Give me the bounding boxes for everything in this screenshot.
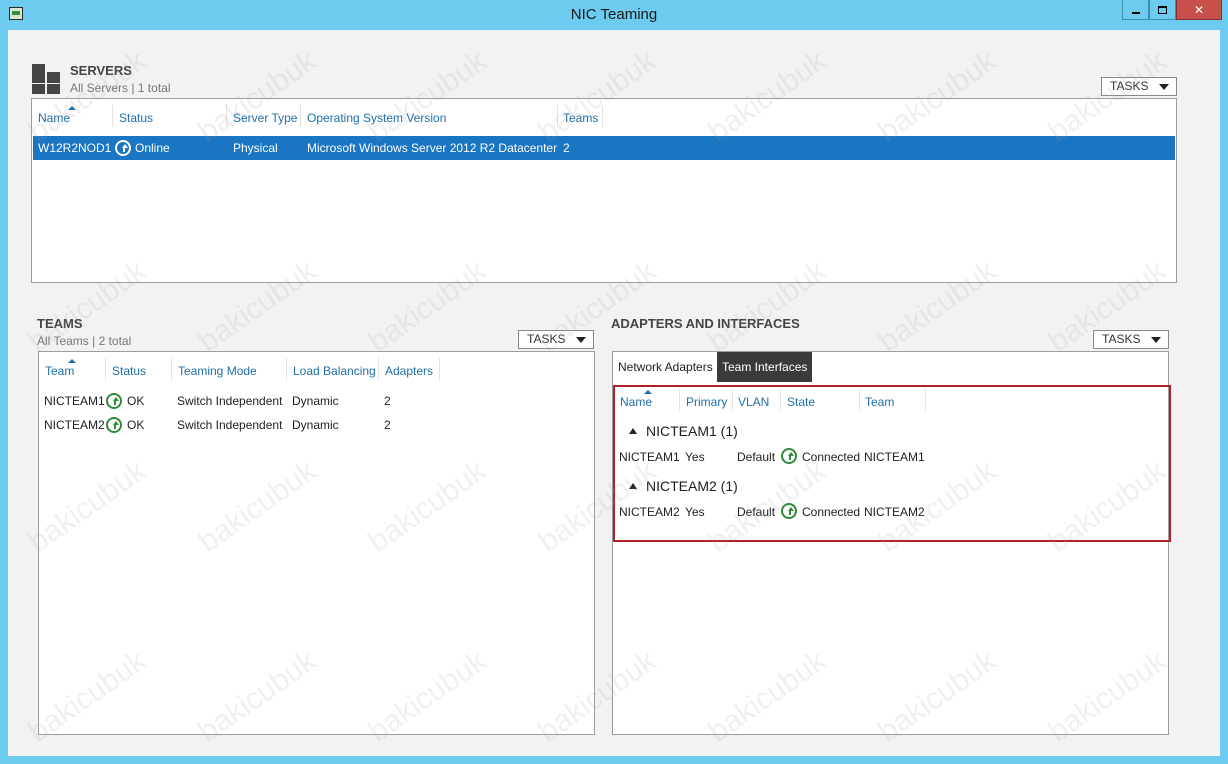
close-icon: ✕	[1193, 2, 1205, 17]
servers-tasks-button[interactable]: TASKS	[1101, 77, 1177, 96]
table-row[interactable]: NICTEAM1 OK Switch Independent Dynamic 2	[39, 388, 594, 412]
server-name: W12R2NOD1	[38, 141, 112, 155]
table-row[interactable]: W12R2NOD1 Online Physical Microsoft Wind…	[33, 136, 1175, 160]
server-os-version: Microsoft Windows Server 2012 R2 Datacen…	[307, 141, 558, 155]
tasks-label: TASKS	[527, 332, 566, 346]
column-separator[interactable]	[105, 358, 106, 380]
col-header-team[interactable]: Team	[45, 364, 74, 378]
servers-panel: Name Status Server Type Operating System…	[31, 98, 1177, 283]
team-teaming-mode: Switch Independent	[177, 418, 283, 432]
col-header-name[interactable]: Name	[38, 111, 70, 125]
teams-panel: Team Status Teaming Mode Load Balancing …	[38, 351, 595, 735]
chevron-down-icon	[1159, 84, 1169, 90]
maximize-button[interactable]	[1149, 0, 1176, 20]
sort-ascending-icon	[68, 359, 76, 363]
col-header-load-balancing[interactable]: Load Balancing	[293, 364, 376, 378]
online-status-icon	[115, 140, 131, 156]
team-adapters-count: 2	[384, 394, 391, 408]
team-teaming-mode: Switch Independent	[177, 394, 283, 408]
chevron-down-icon	[576, 337, 586, 343]
adapters-title: ADAPTERS AND INTERFACES	[611, 316, 800, 331]
col-header-server-type[interactable]: Server Type	[233, 111, 297, 125]
column-separator[interactable]	[171, 358, 172, 380]
chevron-down-icon	[1151, 337, 1161, 343]
tab-network-adapters[interactable]: Network Adapters	[613, 352, 718, 382]
team-status: OK	[127, 394, 145, 408]
highlight-annotation-box	[613, 385, 1171, 542]
adapters-tasks-button[interactable]: TASKS	[1093, 330, 1169, 349]
teams-tasks-button[interactable]: TASKS	[518, 330, 594, 349]
tab-team-interfaces[interactable]: Team Interfaces	[717, 352, 813, 382]
tasks-label: TASKS	[1110, 79, 1149, 93]
col-header-adapters[interactable]: Adapters	[385, 364, 433, 378]
column-separator[interactable]	[226, 105, 227, 127]
col-header-teaming-mode[interactable]: Teaming Mode	[178, 364, 257, 378]
server-type: Physical	[233, 141, 278, 155]
team-status: OK	[127, 418, 145, 432]
teams-subtitle: All Teams | 2 total	[37, 334, 132, 348]
teams-title: TEAMS	[37, 316, 83, 331]
sort-ascending-icon	[68, 106, 76, 110]
column-separator[interactable]	[378, 358, 379, 380]
server-status: Online	[135, 141, 170, 155]
minimize-button[interactable]	[1122, 0, 1149, 20]
servers-subtitle: All Servers | 1 total	[70, 81, 171, 95]
maximize-icon	[1158, 5, 1167, 14]
tasks-label: TASKS	[1102, 332, 1141, 346]
column-separator[interactable]	[602, 105, 603, 127]
team-name: NICTEAM2	[44, 418, 105, 432]
col-header-os-version[interactable]: Operating System Version	[307, 111, 446, 125]
server-teams-count: 2	[563, 141, 570, 155]
col-header-teams[interactable]: Teams	[563, 111, 598, 125]
servers-icon	[32, 64, 62, 94]
close-button[interactable]: ✕	[1176, 0, 1222, 20]
col-header-status[interactable]: Status	[112, 364, 146, 378]
title-bar: NIC Teaming ✕	[0, 0, 1228, 30]
column-separator[interactable]	[557, 105, 558, 127]
team-name: NICTEAM1	[44, 394, 105, 408]
window-title: NIC Teaming	[570, 6, 658, 23]
ok-status-icon	[106, 393, 122, 409]
ok-status-icon	[106, 417, 122, 433]
table-row[interactable]: NICTEAM2 OK Switch Independent Dynamic 2	[39, 412, 594, 436]
column-separator[interactable]	[439, 358, 440, 380]
team-load-balancing: Dynamic	[292, 418, 339, 432]
team-adapters-count: 2	[384, 418, 391, 432]
col-header-status[interactable]: Status	[119, 111, 153, 125]
column-separator[interactable]	[300, 105, 301, 127]
minimize-icon	[1131, 12, 1140, 14]
column-separator[interactable]	[286, 358, 287, 380]
servers-title: SERVERS	[70, 63, 132, 78]
team-load-balancing: Dynamic	[292, 394, 339, 408]
column-separator[interactable]	[112, 105, 113, 127]
